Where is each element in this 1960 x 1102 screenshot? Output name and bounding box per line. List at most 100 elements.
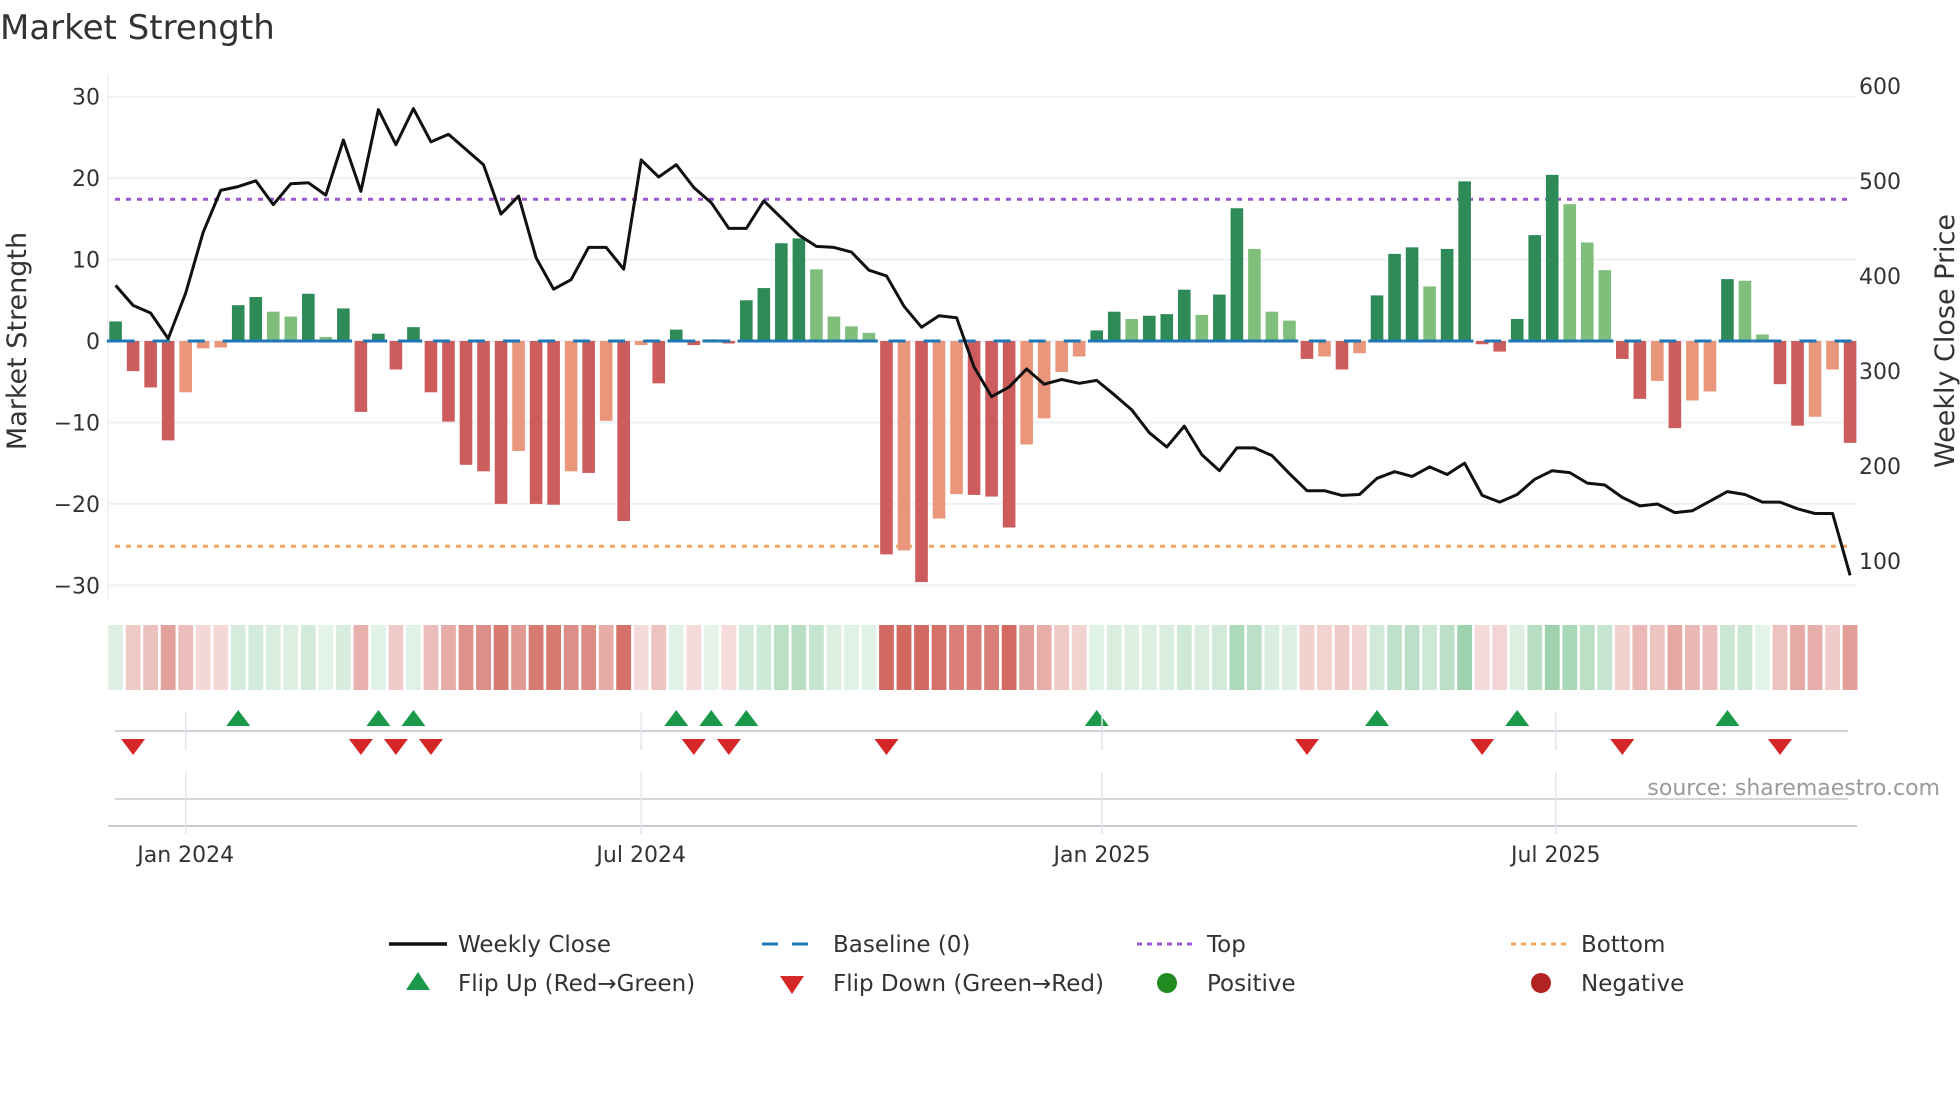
strength-bar <box>512 341 525 451</box>
strength-bar <box>915 341 928 583</box>
legend-negative[interactable]: Negative <box>1581 971 1684 997</box>
x-tick-label: Jan 2025 <box>1052 843 1151 868</box>
heat-strip-cell <box>931 625 947 690</box>
flip-down-marker <box>1294 739 1319 755</box>
strength-bar <box>1020 341 1033 445</box>
strength-bar <box>1125 319 1139 341</box>
heat-strip-cell <box>476 625 491 690</box>
heat-strip-cell <box>511 625 526 690</box>
heat-strip-cell <box>861 625 877 690</box>
flip-down-marker <box>1470 739 1495 755</box>
strength-bar <box>1002 341 1016 528</box>
strength-bar <box>1668 341 1682 429</box>
strength-bar <box>266 311 280 341</box>
strength-bar <box>845 326 858 341</box>
heat-strip-cell <box>1334 625 1350 690</box>
heat-strip-cell <box>686 625 702 690</box>
heat-strip-cell <box>633 625 649 690</box>
strength-bar <box>1703 341 1717 392</box>
flip-up-marker <box>366 710 391 726</box>
strength-bar <box>1598 270 1612 341</box>
heat-strip-cell <box>1737 625 1753 690</box>
strength-bar <box>1213 294 1226 341</box>
right-axis-title: Weekly Close Price <box>1930 214 1960 468</box>
heat-strip-cell <box>738 625 754 690</box>
heat-strip-cell <box>265 625 281 690</box>
heat-strip-cell <box>1001 625 1017 690</box>
left-axis-ticks: 30 20 10 0 −10 −20 −30 <box>54 86 100 600</box>
heat-strip-cell <box>143 625 159 690</box>
heat-strip-cell <box>335 625 351 690</box>
y-tick-label: 0 <box>86 330 100 355</box>
flip-up-marker <box>1365 710 1390 726</box>
heat-strip-cell <box>896 625 912 690</box>
heat-strip-cell <box>1614 625 1630 690</box>
heat-strip-cell <box>809 625 824 690</box>
heat-strip-cell <box>879 625 894 690</box>
heat-strip-cell <box>1492 625 1508 690</box>
strength-bars <box>109 174 1857 583</box>
heat-strip-cell <box>423 625 439 690</box>
legend-baseline[interactable]: Baseline (0) <box>833 932 970 958</box>
heat-strip-cell <box>616 625 632 690</box>
heat-strip-cell <box>230 625 246 690</box>
strength-bar <box>1107 311 1121 341</box>
heat-strip-cell <box>353 625 369 690</box>
flip-up-marker <box>664 710 689 726</box>
heat-strip-cell <box>1194 625 1210 690</box>
strength-bar <box>424 341 438 393</box>
heat-strip-cell <box>213 625 229 690</box>
flip-up-marker <box>1715 710 1740 726</box>
market-strength-chart: Market Strength 3020100−10−20−30 6005004… <box>0 8 1960 997</box>
heat-strip-cell <box>703 625 719 690</box>
strength-bar <box>1721 279 1734 341</box>
strength-bar <box>249 297 263 341</box>
strength-bar <box>1651 341 1664 381</box>
strength-bar <box>407 327 420 341</box>
flip-down-marker <box>716 739 741 755</box>
heat-strip-cell <box>1439 625 1455 690</box>
heat-strip-cell <box>1089 625 1105 690</box>
heat-strip-cell <box>1264 625 1280 690</box>
heat-strip-cell <box>300 625 316 690</box>
strength-bar <box>179 341 192 393</box>
legend-positive[interactable]: Positive <box>1207 971 1296 997</box>
heat-strip-cell <box>826 625 842 690</box>
heat-strip-cell <box>1229 625 1245 690</box>
strength-bar <box>1826 341 1839 370</box>
heat-strip-cell <box>1649 625 1665 690</box>
heat-strip-cell <box>1071 625 1087 690</box>
legend-flip-up[interactable]: Flip Up (Red→Green) <box>458 971 695 997</box>
legend-top[interactable]: Top <box>1206 932 1246 958</box>
strength-bar <box>1616 341 1629 359</box>
strength-bar <box>1318 341 1331 357</box>
heat-strip-cell <box>546 625 561 690</box>
source-credit: source: sharemaestro.com <box>1647 776 1940 801</box>
heat-strip-cell <box>283 625 299 690</box>
heat-strip-cell <box>528 625 544 690</box>
heat-strip-cell <box>1772 625 1788 690</box>
heat-strip-cell <box>598 625 614 690</box>
heat-strip-cell <box>371 625 386 690</box>
heat-strip-cell <box>581 625 597 690</box>
strength-bar <box>1423 286 1436 341</box>
flip-up-marker <box>226 710 251 726</box>
heat-strip-cell <box>1720 625 1735 690</box>
negative-dot-icon <box>1531 973 1551 993</box>
heat-strip-cell <box>248 625 264 690</box>
heat-strip-cell <box>651 625 667 690</box>
heat-strip-cell <box>1632 625 1648 690</box>
strength-bar <box>669 329 683 341</box>
strength-heat-strip <box>108 625 1858 690</box>
strength-bar <box>1072 341 1086 357</box>
strength-bar <box>1580 242 1594 341</box>
legend-weekly-close[interactable]: Weekly Close <box>458 932 611 958</box>
legend-bottom[interactable]: Bottom <box>1581 932 1665 958</box>
strength-bar <box>1405 247 1419 341</box>
strength-bar <box>1808 341 1822 417</box>
strength-bar <box>1195 314 1209 341</box>
heat-strip-cell <box>1509 625 1525 690</box>
legend-flip-down[interactable]: Flip Down (Green→Red) <box>833 971 1104 997</box>
legend: Weekly Close Baseline (0) Top Bottom Fli… <box>389 932 1684 997</box>
heat-strip-cell <box>1247 625 1262 690</box>
